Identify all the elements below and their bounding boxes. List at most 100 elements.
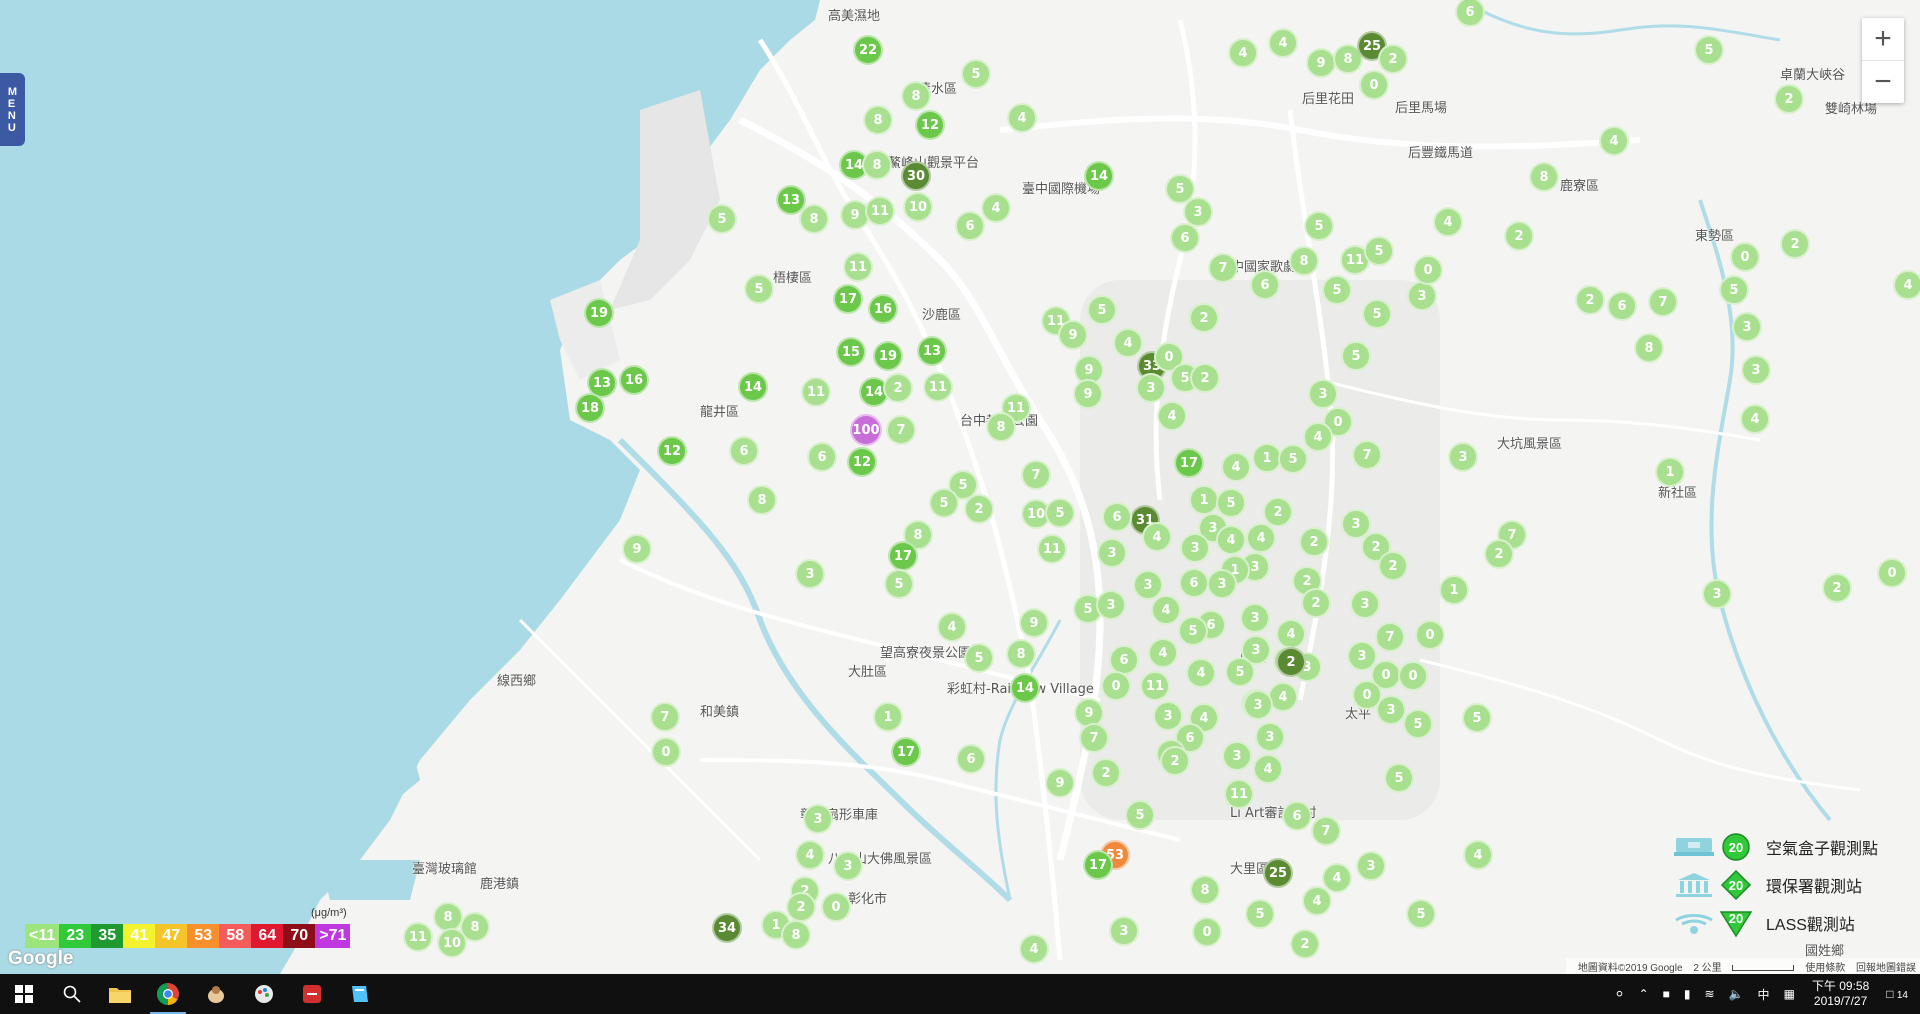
station-marker[interactable]: 5 bbox=[1694, 35, 1724, 65]
station-marker[interactable]: 5 bbox=[1087, 295, 1117, 325]
station-marker[interactable]: 2 bbox=[1160, 746, 1190, 776]
station-marker[interactable]: 14 bbox=[1084, 161, 1114, 191]
station-marker[interactable]: 2 bbox=[1301, 588, 1331, 618]
station-marker[interactable]: 6 bbox=[1282, 801, 1312, 831]
station-marker[interactable]: 3 bbox=[1240, 603, 1270, 633]
station-marker[interactable]: 3 bbox=[833, 851, 863, 881]
station-marker[interactable]: 14 bbox=[738, 372, 768, 402]
station-marker[interactable]: 5 bbox=[1322, 275, 1352, 305]
station-marker[interactable]: 4 bbox=[1740, 404, 1770, 434]
station-marker[interactable]: 5 bbox=[1719, 275, 1749, 305]
station-marker[interactable]: 1 bbox=[1655, 457, 1685, 487]
station-marker[interactable]: 2 bbox=[1822, 573, 1852, 603]
security-icon[interactable]: ■ bbox=[1663, 987, 1670, 1001]
station-marker[interactable]: 4 bbox=[1253, 754, 1283, 784]
station-marker[interactable]: 3 bbox=[1097, 538, 1127, 568]
station-marker[interactable]: 9 bbox=[1306, 48, 1336, 78]
station-marker[interactable]: 17 bbox=[891, 737, 921, 767]
station-marker[interactable]: 11 bbox=[865, 196, 895, 226]
station-marker[interactable]: 3 bbox=[1376, 695, 1406, 725]
station-marker[interactable]: 8 bbox=[781, 920, 811, 950]
station-marker[interactable]: 11 bbox=[1140, 671, 1170, 701]
station-marker[interactable]: 18 bbox=[575, 393, 605, 423]
station-marker[interactable]: 7 bbox=[886, 415, 916, 445]
station-marker[interactable]: 17 bbox=[1174, 448, 1204, 478]
station-marker[interactable]: 30 bbox=[901, 161, 931, 191]
chrome-button[interactable] bbox=[144, 974, 192, 1014]
station-marker[interactable]: 5 bbox=[884, 569, 914, 599]
station-marker[interactable]: 2 bbox=[1290, 929, 1320, 959]
station-marker[interactable]: 2 bbox=[883, 373, 913, 403]
station-marker[interactable]: 2 bbox=[1189, 303, 1219, 333]
station-marker[interactable]: 4 bbox=[1246, 523, 1276, 553]
station-marker[interactable]: 3 bbox=[1732, 312, 1762, 342]
station-marker[interactable]: 5 bbox=[1462, 703, 1492, 733]
station-marker[interactable]: 3 bbox=[1255, 722, 1285, 752]
station-marker[interactable]: 7 bbox=[1079, 723, 1109, 753]
volume-icon[interactable]: 🔈 bbox=[1729, 987, 1744, 1001]
station-marker[interactable]: 7 bbox=[1375, 622, 1405, 652]
station-marker[interactable]: 11 bbox=[1037, 534, 1067, 564]
station-marker[interactable]: 4 bbox=[1113, 328, 1143, 358]
station-marker[interactable]: 8 bbox=[862, 150, 892, 180]
station-marker[interactable]: 1 bbox=[1189, 485, 1219, 515]
station-marker[interactable]: 4 bbox=[1157, 401, 1187, 431]
station-marker[interactable]: 4 bbox=[1463, 840, 1493, 870]
station-marker[interactable]: 6 bbox=[807, 442, 837, 472]
station-marker[interactable]: 2 bbox=[786, 892, 816, 922]
app-button-3[interactable] bbox=[288, 974, 336, 1014]
station-marker[interactable]: 3 bbox=[1096, 590, 1126, 620]
station-marker[interactable]: 8 bbox=[986, 412, 1016, 442]
station-marker[interactable]: 8 bbox=[863, 105, 893, 135]
station-marker[interactable]: 3 bbox=[1407, 281, 1437, 311]
app-button-2[interactable] bbox=[240, 974, 288, 1014]
station-marker[interactable]: 12 bbox=[847, 447, 877, 477]
station-marker[interactable]: 8 bbox=[799, 204, 829, 234]
station-marker[interactable]: 0 bbox=[821, 892, 851, 922]
station-marker[interactable]: 6 bbox=[1250, 270, 1280, 300]
station-marker[interactable]: 0 bbox=[1192, 917, 1222, 947]
station-marker[interactable]: 17 bbox=[1083, 850, 1113, 880]
station-marker[interactable]: 19 bbox=[584, 298, 614, 328]
station-marker[interactable]: 5 bbox=[929, 488, 959, 518]
station-marker[interactable]: 5 bbox=[1406, 899, 1436, 929]
station-marker[interactable]: 11 bbox=[843, 252, 873, 282]
station-marker[interactable]: 2 bbox=[1263, 497, 1293, 527]
app-button-1[interactable] bbox=[192, 974, 240, 1014]
station-marker[interactable]: 17 bbox=[888, 541, 918, 571]
station-marker[interactable]: 0 bbox=[1359, 70, 1389, 100]
app-button-4[interactable] bbox=[336, 974, 384, 1014]
station-marker[interactable]: 11 bbox=[403, 922, 433, 952]
start-button[interactable] bbox=[0, 974, 48, 1014]
station-marker[interactable]: 17 bbox=[833, 284, 863, 314]
station-marker[interactable]: 3 bbox=[795, 559, 825, 589]
zoom-out-button[interactable]: − bbox=[1862, 61, 1904, 103]
station-marker[interactable]: 6 bbox=[1607, 291, 1637, 321]
station-marker[interactable]: 15 bbox=[836, 337, 866, 367]
station-marker[interactable]: 3 bbox=[1222, 741, 1252, 771]
station-marker[interactable]: 3 bbox=[1136, 373, 1166, 403]
chevron-up-icon[interactable]: ⌃ bbox=[1639, 987, 1649, 1001]
station-marker[interactable]: 3 bbox=[1350, 589, 1380, 619]
notification-center-button[interactable]: □ 14 bbox=[1886, 987, 1908, 1001]
station-marker[interactable]: 2 bbox=[1091, 758, 1121, 788]
station-marker[interactable]: 4 bbox=[1433, 207, 1463, 237]
people-icon[interactable]: ⚪ bbox=[1615, 987, 1625, 1001]
station-marker[interactable]: 16 bbox=[868, 294, 898, 324]
station-marker[interactable]: 14 bbox=[1010, 673, 1040, 703]
station-marker[interactable]: 9 bbox=[1058, 320, 1088, 350]
station-marker[interactable]: 9 bbox=[622, 534, 652, 564]
station-marker[interactable]: 4 bbox=[1303, 422, 1333, 452]
station-marker[interactable]: 4 bbox=[937, 612, 967, 642]
station-marker[interactable]: 3 bbox=[1308, 379, 1338, 409]
station-marker[interactable]: 9 bbox=[1073, 379, 1103, 409]
station-marker[interactable]: 0 bbox=[1415, 620, 1445, 650]
station-marker[interactable]: 11 bbox=[801, 377, 831, 407]
station-marker[interactable]: 4 bbox=[1007, 103, 1037, 133]
station-marker[interactable]: 4 bbox=[1148, 638, 1178, 668]
station-marker[interactable]: 8 bbox=[1006, 639, 1036, 669]
station-marker[interactable]: 1 bbox=[1439, 575, 1469, 605]
battery-icon[interactable]: ▮ bbox=[1684, 987, 1691, 1001]
station-marker[interactable]: 0 bbox=[1730, 242, 1760, 272]
station-marker[interactable]: 4 bbox=[1893, 270, 1920, 300]
